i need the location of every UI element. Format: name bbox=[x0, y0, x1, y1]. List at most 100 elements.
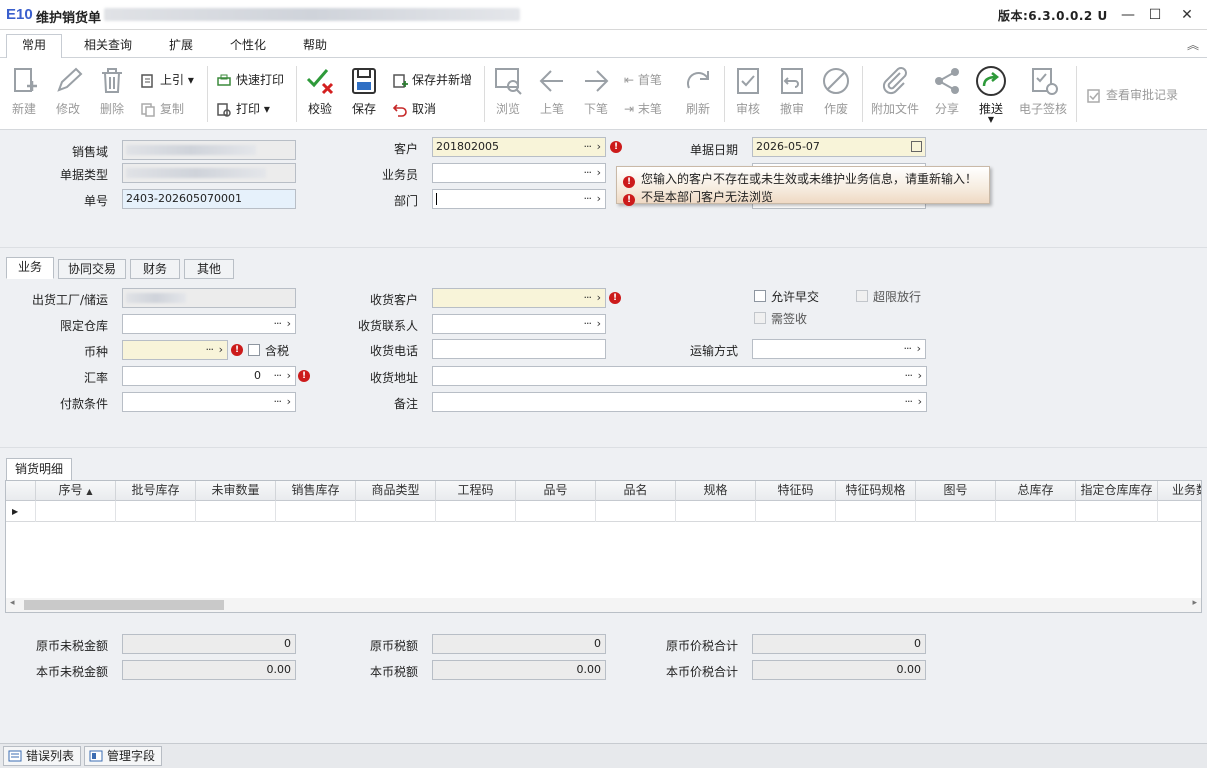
browse-dots-icon[interactable]: ··· bbox=[584, 164, 592, 182]
browse-dots-icon[interactable]: ··· bbox=[905, 393, 913, 411]
warehouse-field[interactable]: ··· › bbox=[122, 314, 296, 334]
factory-field[interactable] bbox=[122, 288, 296, 308]
error-icon[interactable]: ! bbox=[298, 370, 310, 382]
edit-button[interactable]: 修改 bbox=[50, 64, 86, 117]
sales-domain-field[interactable] bbox=[122, 140, 296, 160]
tab-related-query[interactable]: 相关查询 bbox=[74, 35, 142, 58]
browse-dots-icon[interactable]: ··· bbox=[584, 315, 592, 333]
doc-type-field[interactable] bbox=[122, 163, 296, 183]
share-button[interactable]: 分享 bbox=[929, 64, 965, 117]
table-cell[interactable] bbox=[916, 501, 996, 522]
new-button[interactable]: 新建 bbox=[6, 64, 42, 117]
chevron-right-icon[interactable]: › bbox=[918, 367, 922, 385]
quick-print-button[interactable]: 快速打印 bbox=[216, 71, 284, 89]
tab-sales-detail[interactable]: 销货明细 bbox=[6, 458, 72, 480]
chevron-right-icon[interactable]: › bbox=[287, 393, 291, 411]
first-record-button[interactable]: ⇤ 首笔 bbox=[624, 71, 662, 88]
column-header[interactable]: 工程码 bbox=[436, 481, 516, 501]
table-cell[interactable] bbox=[356, 501, 436, 522]
void-button[interactable]: 作废 bbox=[818, 64, 854, 117]
column-header[interactable]: 序号 ▲ bbox=[36, 481, 116, 501]
chevron-right-icon[interactable]: › bbox=[597, 164, 601, 182]
table-row[interactable]: ▶ bbox=[6, 501, 1201, 522]
salesperson-field[interactable]: ··· › bbox=[432, 163, 606, 183]
calendar-icon[interactable] bbox=[911, 141, 922, 152]
column-header[interactable]: 图号 bbox=[916, 481, 996, 501]
table-cell[interactable] bbox=[196, 501, 276, 522]
over-limit-checkbox[interactable] bbox=[856, 290, 868, 302]
delete-button[interactable]: 删除 bbox=[94, 64, 130, 117]
next-record-button[interactable]: 下笔 bbox=[578, 64, 614, 117]
browse-dots-icon[interactable]: ··· bbox=[584, 138, 592, 156]
esign-button[interactable]: 电子签核 bbox=[1018, 64, 1068, 117]
table-cell[interactable] bbox=[36, 501, 116, 522]
tab-personalize[interactable]: 个性化 bbox=[220, 35, 276, 58]
column-header[interactable]: 品号 bbox=[516, 481, 596, 501]
refresh-button[interactable]: 刷新 bbox=[680, 64, 716, 117]
previous-record-button[interactable]: 上笔 bbox=[534, 64, 570, 117]
tab-other[interactable]: 其他 bbox=[184, 259, 234, 279]
chevron-right-icon[interactable]: › bbox=[597, 190, 601, 208]
browse-dots-icon[interactable]: ··· bbox=[206, 341, 214, 359]
tab-finance[interactable]: 财务 bbox=[130, 259, 180, 279]
chevron-right-icon[interactable]: › bbox=[287, 367, 291, 385]
payment-terms-field[interactable]: ··· › bbox=[122, 392, 296, 412]
customer-field[interactable]: 201802005 ··· › bbox=[432, 137, 606, 157]
tab-extend[interactable]: 扩展 bbox=[156, 35, 206, 58]
copy-button[interactable]: 复制 bbox=[140, 100, 184, 118]
error-icon[interactable]: ! bbox=[609, 292, 621, 304]
chevron-right-icon[interactable]: › bbox=[219, 341, 223, 359]
maximize-icon[interactable]: ☐ bbox=[1145, 5, 1165, 25]
column-header[interactable]: 品名 bbox=[596, 481, 676, 501]
chevron-right-icon[interactable]: › bbox=[287, 315, 291, 333]
column-header[interactable]: 指定仓库库存 bbox=[1076, 481, 1158, 501]
view-approval-log-button[interactable]: 查看审批记录 bbox=[1086, 86, 1178, 104]
currency-field[interactable]: ··· › bbox=[122, 340, 228, 360]
doc-date-field[interactable]: 2026-05-07 bbox=[752, 137, 926, 157]
browse-dots-icon[interactable]: ··· bbox=[584, 190, 592, 208]
column-header[interactable]: 特征码规格 bbox=[836, 481, 916, 501]
cancel-button[interactable]: 取消 bbox=[392, 100, 436, 118]
browse-dots-icon[interactable]: ··· bbox=[584, 289, 592, 307]
column-header[interactable]: 规格 bbox=[676, 481, 756, 501]
scrollbar-thumb[interactable] bbox=[24, 600, 224, 610]
recv-phone-field[interactable] bbox=[432, 339, 606, 359]
push-button[interactable]: 推送 ▼ bbox=[973, 64, 1009, 124]
need-sign-checkbox[interactable] bbox=[754, 312, 766, 324]
manage-fields-button[interactable]: 管理字段 bbox=[84, 746, 163, 766]
table-cell[interactable] bbox=[516, 501, 596, 522]
approve-button[interactable]: 审核 bbox=[730, 64, 766, 117]
remark-field[interactable]: ··· › bbox=[432, 392, 927, 412]
browse-button[interactable]: 浏览 bbox=[490, 64, 526, 117]
column-header[interactable]: 批号库存 bbox=[116, 481, 196, 501]
browse-dots-icon[interactable]: ··· bbox=[274, 367, 282, 385]
error-list-button[interactable]: 错误列表 bbox=[3, 746, 82, 766]
chevron-right-icon[interactable]: › bbox=[918, 393, 922, 411]
chevron-right-icon[interactable]: › bbox=[917, 340, 921, 358]
chevron-right-icon[interactable]: › bbox=[597, 315, 601, 333]
table-cell[interactable] bbox=[836, 501, 916, 522]
attach-file-button[interactable]: 附加文件 bbox=[870, 64, 920, 117]
last-record-button[interactable]: ⇥ 末笔 bbox=[624, 100, 662, 117]
column-header[interactable]: 特征码 bbox=[756, 481, 836, 501]
close-icon[interactable]: ✕ bbox=[1177, 5, 1197, 25]
error-icon[interactable]: ! bbox=[610, 141, 622, 153]
exchange-rate-field[interactable]: 0 ··· › bbox=[122, 366, 296, 386]
department-field[interactable]: ··· › bbox=[432, 189, 606, 209]
verify-button[interactable]: 校验 bbox=[302, 64, 338, 117]
column-header[interactable]: 销售库存 bbox=[276, 481, 356, 501]
unapprove-button[interactable]: 撤审 bbox=[774, 64, 810, 117]
recv-contact-field[interactable]: ··· › bbox=[432, 314, 606, 334]
minimize-icon[interactable]: — bbox=[1118, 5, 1138, 25]
chevron-right-icon[interactable]: › bbox=[597, 138, 601, 156]
table-cell[interactable] bbox=[676, 501, 756, 522]
allow-early-checkbox[interactable] bbox=[754, 290, 766, 302]
scroll-left-icon[interactable]: ◂ bbox=[10, 598, 15, 608]
tab-common[interactable]: 常用 bbox=[6, 34, 62, 59]
column-header[interactable]: 商品类型 bbox=[356, 481, 436, 501]
table-cell[interactable] bbox=[436, 501, 516, 522]
browse-dots-icon[interactable]: ··· bbox=[274, 315, 282, 333]
save-button[interactable]: 保存 bbox=[346, 64, 382, 117]
table-cell[interactable] bbox=[756, 501, 836, 522]
print-button[interactable]: 打印 ▾ bbox=[216, 100, 270, 118]
